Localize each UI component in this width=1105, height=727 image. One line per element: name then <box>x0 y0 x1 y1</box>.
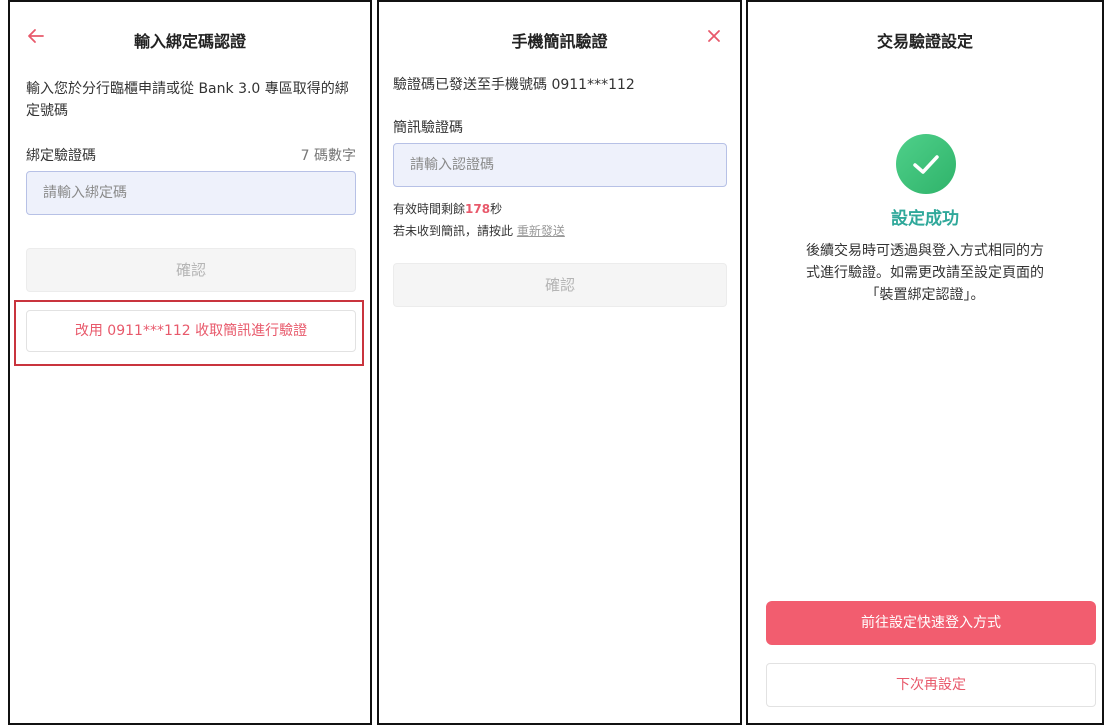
later-button[interactable]: 下次再設定 <box>766 663 1096 707</box>
resend-link[interactable]: 重新發送 <box>517 224 565 238</box>
bind-code-field <box>26 171 356 215</box>
header: 交易驗證設定 <box>748 24 1102 54</box>
header: 手機簡訊驗證 <box>379 24 740 54</box>
transaction-verify-setup-screen: 交易驗證設定 設定成功 後續交易時可透過與登入方式相同的方 式進行驗證。如需更改… <box>746 0 1104 725</box>
success-line-3: 「裝置綁定認證」。 <box>865 287 985 303</box>
success-line-2: 式進行驗證。如需更改請至設定頁面的 <box>806 265 1044 281</box>
countdown-suffix: 秒 <box>490 202 503 216</box>
not-received-text: 若未收到簡訊，請按此 <box>393 224 514 238</box>
countdown-seconds: 178 <box>465 202 491 216</box>
instruction-text: 輸入您於分行臨櫃申請或從 Bank 3.0 專區取得的綁定號碼 <box>26 81 349 119</box>
sms-code-field <box>393 143 727 187</box>
field-hint: 7 碼數字 <box>300 148 356 164</box>
use-sms-button[interactable]: 改用 0911***112 收取簡訊進行驗證 <box>26 310 356 352</box>
header: 輸入綁定碼認證 <box>10 24 370 54</box>
confirm-button[interactable]: 確認 <box>26 248 356 292</box>
field-label: 簡訊驗證碼 <box>393 120 463 136</box>
page-title: 手機簡訊驗證 <box>511 32 608 51</box>
confirm-button[interactable]: 確認 <box>393 263 727 307</box>
sms-code-input[interactable] <box>408 156 716 174</box>
countdown-prefix: 有效時間剩餘 <box>393 202 466 216</box>
close-icon[interactable] <box>704 26 724 46</box>
bind-code-screen: 輸入綁定碼認證 輸入您於分行臨櫃申請或從 Bank 3.0 專區取得的綁定號碼 … <box>8 0 372 725</box>
success-title: 設定成功 <box>891 209 959 229</box>
check-circle-icon <box>896 134 956 194</box>
page-title: 輸入綁定碼認證 <box>133 32 246 51</box>
sms-verify-screen: 手機簡訊驗證 驗證碼已發送至手機號碼 0911***112 簡訊驗證碼 有效時間… <box>377 0 742 725</box>
sent-message: 驗證碼已發送至手機號碼 0911***112 <box>393 77 635 93</box>
success-line-1: 後續交易時可透過與登入方式相同的方 <box>806 243 1044 259</box>
resend-row: 若未收到簡訊，請按此 重新發送 <box>393 220 565 242</box>
page-title: 交易驗證設定 <box>876 32 973 51</box>
field-label: 綁定驗證碼 <box>26 148 96 164</box>
setup-quick-login-button[interactable]: 前往設定快速登入方式 <box>766 601 1096 645</box>
countdown-text: 有效時間剩餘178秒 <box>393 198 502 220</box>
bind-code-input[interactable] <box>41 184 345 202</box>
